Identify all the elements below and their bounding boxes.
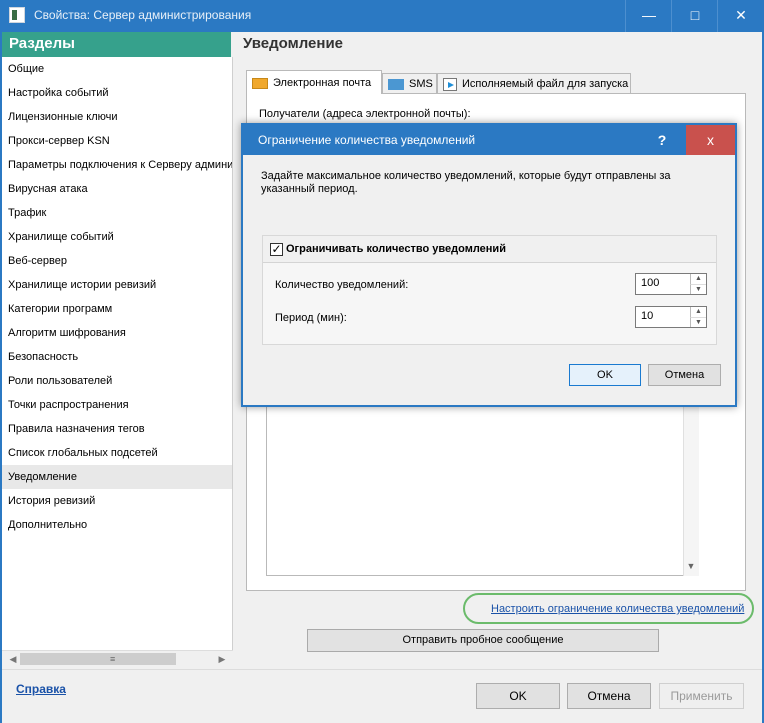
- sections-list[interactable]: Общие Настройка событий Лицензионные клю…: [2, 57, 233, 667]
- tab-sms[interactable]: SMS: [382, 73, 437, 94]
- send-test-button[interactable]: Отправить пробное сообщение: [307, 629, 659, 652]
- dialog-close-button[interactable]: x: [686, 125, 735, 155]
- sections-header: Разделы: [2, 32, 231, 57]
- caption-divider: [671, 0, 672, 32]
- tab-executable-label: Исполняемый файл для запуска: [462, 78, 629, 90]
- sidebar-item-user-roles[interactable]: Роли пользователей: [2, 369, 232, 393]
- scroll-left-icon[interactable]: ◀: [6, 651, 20, 667]
- sms-icon: [388, 78, 404, 90]
- count-down-icon[interactable]: ▼: [690, 284, 706, 294]
- sidebar-item-global-subnets[interactable]: Список глобальных подсетей: [2, 441, 232, 465]
- minimize-icon: —: [642, 7, 656, 23]
- horizontal-scrollbar[interactable]: ◀ ≡ ▶: [2, 650, 233, 667]
- count-up-icon[interactable]: ▲: [690, 274, 706, 284]
- scroll-right-icon[interactable]: ▶: [215, 651, 229, 667]
- cancel-button[interactable]: Отмена: [567, 683, 651, 709]
- sidebar-item-traffic[interactable]: Трафик: [2, 201, 232, 225]
- recipients-label: Получатели (адреса электронной почты):: [259, 108, 471, 120]
- grip-icon: ≡: [110, 654, 116, 664]
- footer-divider: [2, 669, 762, 670]
- sidebar-item-license-keys[interactable]: Лицензионные ключи: [2, 105, 232, 129]
- sidebar-item-web-server[interactable]: Веб-сервер: [2, 249, 232, 273]
- sidebar-item-app-categories[interactable]: Категории программ: [2, 297, 232, 321]
- sidebar-item-connection-settings[interactable]: Параметры подключения к Серверу админист…: [2, 153, 232, 177]
- count-label: Количество уведомлений:: [275, 279, 409, 291]
- period-stepper[interactable]: 10 ▲ ▼: [635, 306, 707, 328]
- sidebar-item-event-storage[interactable]: Хранилище событий: [2, 225, 232, 249]
- caption-divider: [717, 0, 718, 32]
- message-textarea[interactable]: [266, 402, 699, 576]
- sidebar-item-tag-rules[interactable]: Правила назначения тегов: [2, 417, 232, 441]
- dialog-ok-button[interactable]: OK: [569, 364, 641, 386]
- count-value[interactable]: 100: [641, 277, 659, 289]
- ok-button[interactable]: OK: [476, 683, 560, 709]
- scroll-thumb[interactable]: ≡: [20, 653, 176, 665]
- dialog-title-bar: Ограничение количества уведомлений ? x: [243, 125, 735, 155]
- limit-checkbox-label[interactable]: Ограничивать количество уведомлений: [286, 243, 506, 255]
- limit-dialog: Ограничение количества уведомлений ? x З…: [241, 123, 737, 407]
- caption-divider: [625, 0, 626, 32]
- period-up-icon[interactable]: ▲: [690, 307, 706, 317]
- configure-limit-link[interactable]: Настроить ограничение количества уведомл…: [491, 603, 744, 615]
- close-button[interactable]: ✕: [718, 0, 764, 32]
- scroll-down-icon[interactable]: ▼: [683, 557, 699, 575]
- sidebar-item-advanced[interactable]: Дополнительно: [2, 513, 232, 537]
- sidebar-item-virus-outbreak[interactable]: Вирусная атака: [2, 177, 232, 201]
- tab-sms-label: SMS: [409, 78, 433, 90]
- sidebar-item-ksn-proxy[interactable]: Прокси-сервер KSN: [2, 129, 232, 153]
- sidebar-item-encryption[interactable]: Алгоритм шифрования: [2, 321, 232, 345]
- maximize-icon: □: [690, 7, 700, 23]
- sidebar-item-general[interactable]: Общие: [2, 57, 232, 81]
- executable-icon: [443, 77, 457, 91]
- limit-checkbox[interactable]: ✓: [270, 243, 283, 256]
- app-icon: [9, 7, 25, 23]
- sidebar-item-event-settings[interactable]: Настройка событий: [2, 81, 232, 105]
- dialog-cancel-button[interactable]: Отмена: [648, 364, 721, 386]
- help-link[interactable]: Справка: [16, 682, 66, 696]
- sidebar-item-revision-storage[interactable]: Хранилище истории ревизий: [2, 273, 232, 297]
- check-icon: ✓: [271, 242, 282, 256]
- dialog-title: Ограничение количества уведомлений: [258, 133, 476, 147]
- textarea-scrollbar[interactable]: [683, 402, 699, 576]
- maximize-button[interactable]: □: [672, 0, 718, 32]
- sidebar-item-revision-history[interactable]: История ревизий: [2, 489, 232, 513]
- limit-group: ✓ Ограничивать количество уведомлений Ко…: [262, 235, 717, 345]
- period-value[interactable]: 10: [641, 310, 653, 322]
- minimize-button[interactable]: —: [626, 0, 672, 32]
- apply-button[interactable]: Применить: [659, 683, 744, 709]
- page-title: Уведомление: [243, 35, 344, 52]
- sidebar-item-distribution-points[interactable]: Точки распространения: [2, 393, 232, 417]
- mail-icon: [252, 77, 268, 89]
- window-title: Свойства: Сервер администрирования: [34, 8, 252, 22]
- period-label: Период (мин):: [275, 312, 347, 324]
- tab-email[interactable]: Электронная почта: [246, 70, 382, 94]
- tab-executable[interactable]: Исполняемый файл для запуска: [437, 73, 631, 94]
- period-down-icon[interactable]: ▼: [690, 317, 706, 327]
- close-icon: ✕: [735, 7, 747, 23]
- tab-email-label: Электронная почта: [273, 77, 372, 89]
- sidebar-item-security[interactable]: Безопасность: [2, 345, 232, 369]
- dialog-description: Задайте максимальное количество уведомле…: [261, 170, 671, 195]
- dialog-help-button[interactable]: ?: [639, 125, 685, 155]
- sidebar-item-notification[interactable]: Уведомление: [2, 465, 232, 489]
- count-stepper[interactable]: 100 ▲ ▼: [635, 273, 707, 295]
- group-header: ✓ Ограничивать количество уведомлений: [263, 236, 716, 263]
